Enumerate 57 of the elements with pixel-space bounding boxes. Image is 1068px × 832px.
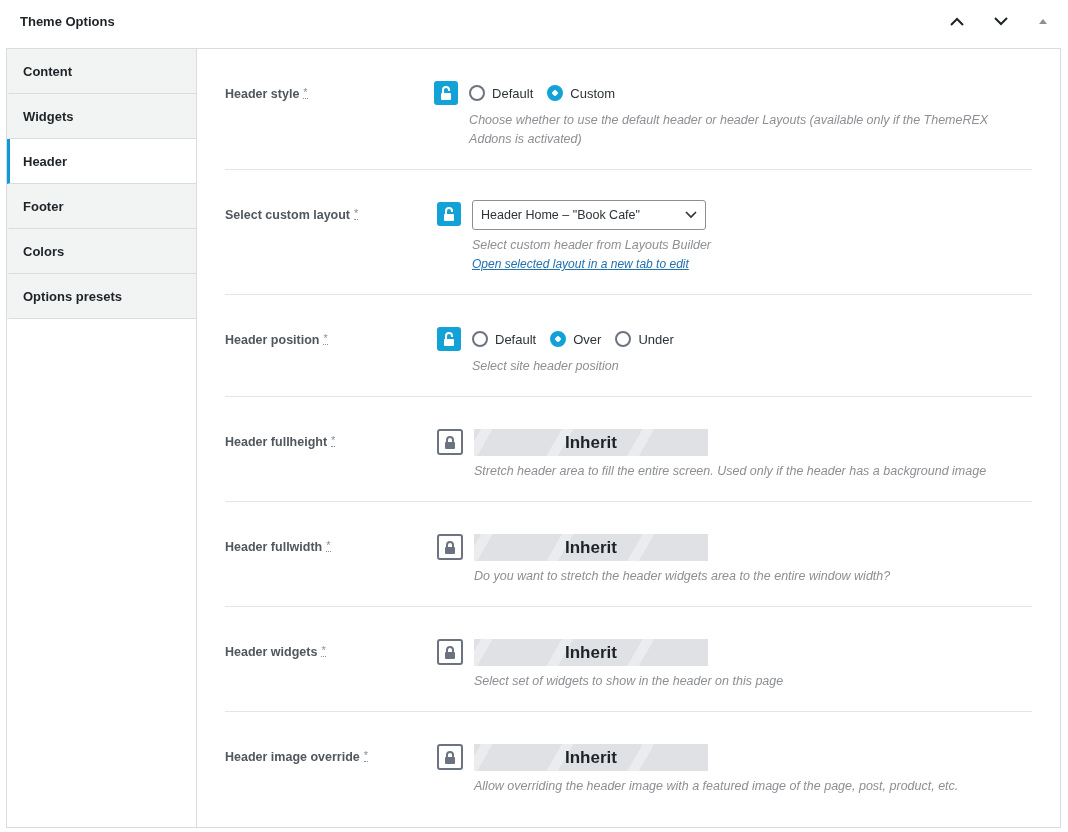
radio-option[interactable]: Custom — [547, 85, 616, 101]
option-description: Stretch header area to fill the entire screen. Used only if the header has a background image — [474, 463, 987, 480]
sidebar-tab[interactable]: Colors — [7, 229, 197, 274]
override-mark[interactable]: * — [331, 435, 336, 447]
option-description: Allow overriding the header image with a featured image of the page, post, product, etc. — [474, 778, 959, 795]
lock-toggle-button[interactable] — [437, 429, 463, 455]
inherit-button[interactable]: Inherit — [474, 534, 708, 561]
lock-toggle-button[interactable] — [437, 534, 463, 560]
chevron-down-icon — [685, 211, 697, 219]
sidebar-tab[interactable]: Footer — [7, 184, 197, 229]
sidebar-tab[interactable]: Options presets — [7, 274, 197, 319]
radio-option[interactable]: Over — [550, 331, 602, 347]
edit-layout-link[interactable]: Open selected layout in a new tab to edit — [472, 255, 711, 274]
inherit-button[interactable]: Inherit — [474, 639, 708, 666]
padlock-open-icon — [443, 332, 455, 346]
padlock-closed-icon — [444, 645, 456, 659]
option-label: Header widgets — [225, 645, 318, 659]
override-mark[interactable]: * — [321, 645, 326, 657]
option-description: Select site header position — [472, 358, 620, 375]
option-label: Header style — [225, 87, 300, 101]
inherit-button[interactable]: Inherit — [474, 744, 708, 771]
lock-toggle-button[interactable] — [437, 744, 463, 770]
option-label: Header fullwidth — [225, 540, 323, 554]
option-description: Select set of widgets to show in the header on this page — [474, 673, 784, 690]
option-description: Do you want to stretch the header widgets area to the entire window width? — [474, 568, 891, 585]
radio-option[interactable]: Under — [615, 331, 674, 347]
chevron-up-icon[interactable] — [950, 16, 964, 26]
override-mark[interactable]: * — [354, 208, 359, 220]
triangle-up-icon[interactable] — [1038, 17, 1048, 25]
radio-option[interactable]: Default — [469, 85, 534, 101]
option-label: Header position — [225, 333, 320, 347]
inherit-button[interactable]: Inherit — [474, 429, 708, 456]
override-mark[interactable]: * — [323, 333, 328, 345]
option-label: Header fullheight — [225, 435, 328, 449]
option-label: Header image override — [225, 750, 360, 764]
padlock-open-icon — [443, 207, 455, 221]
lock-toggle-button[interactable] — [437, 639, 463, 665]
padlock-closed-icon — [444, 435, 456, 449]
sidebar-tab[interactable]: Content — [7, 49, 197, 94]
lock-toggle-button[interactable] — [437, 202, 461, 226]
panel-title: Theme Options — [20, 13, 115, 29]
layout-dropdown[interactable]: Header Home – "Book Cafe" — [472, 200, 706, 230]
sidebar-tab[interactable]: Widgets — [7, 94, 197, 139]
radio-option[interactable]: Default — [472, 331, 537, 347]
sidebar-tab[interactable]: Header — [7, 139, 197, 184]
padlock-open-icon — [440, 86, 453, 100]
padlock-closed-icon — [444, 540, 456, 554]
option-description: Select custom header from Layouts Builder — [472, 237, 711, 254]
lock-toggle-button[interactable] — [437, 327, 461, 351]
option-description: Choose whether to use the default header or header Layouts (available only if the ThemeREX Addons is activated) — [469, 112, 990, 148]
lock-toggle-button[interactable] — [434, 81, 459, 105]
override-mark[interactable]: * — [326, 540, 331, 552]
chevron-down-icon[interactable] — [994, 16, 1008, 26]
override-mark[interactable]: * — [363, 750, 369, 762]
option-label: Select custom layout — [225, 208, 351, 222]
override-mark[interactable]: * — [303, 87, 308, 99]
padlock-closed-icon — [444, 750, 456, 764]
